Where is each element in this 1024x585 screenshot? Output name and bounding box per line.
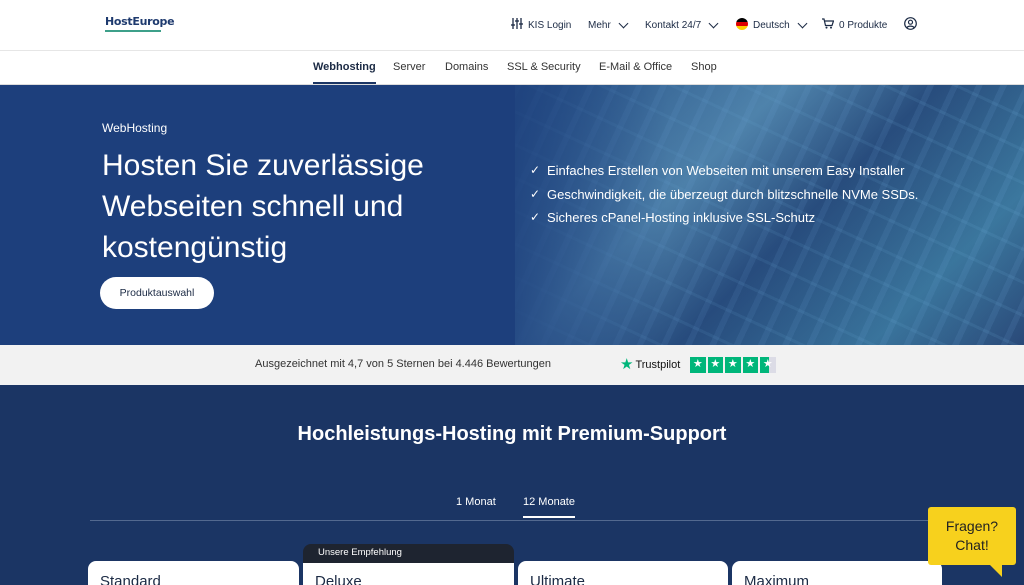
chevron-down-icon [797,18,808,28]
plan-card-deluxe[interactable]: Deluxe [303,563,514,585]
feature-item: ✓ Geschwindigkeit, die überzeugt durch bl… [530,185,920,205]
feature-text: Einfaches Erstellen von Webseiten mit un… [547,163,905,178]
trustpilot-stars: ★ ★ ★ ★ ★ [690,357,776,373]
feature-text: Geschwindigkeit, die überzeugt durch bli… [547,186,919,202]
plan-name: Maximum [744,573,810,585]
chevron-down-icon [618,18,629,28]
check-icon: ✓ [530,186,541,201]
mehr-label: Mehr [588,19,611,31]
half-star-icon: ★ [760,357,776,373]
feature-item: ✓ Einfaches Erstellen von Webseiten mit u… [530,161,920,181]
product-selection-button[interactable]: Produktauswahl [100,277,214,309]
kis-login-label: KIS Login [528,19,572,31]
kontakt-label: Kontakt 24/7 [645,19,702,31]
tab-email-office[interactable]: E-Mail & Office [599,51,672,84]
rating-summary: Ausgezeichnet mit 4,7 von 5 Sternen bei … [255,358,551,370]
tab-12-monate[interactable]: 12 Monate [523,496,575,518]
star-icon: ★ [707,357,723,373]
plan-name: Deluxe [315,573,362,585]
category-nav: Webhosting Server Domains SSL & Security… [0,51,1024,85]
hero-title: Hosten Sie zuverlässige Webseiten schnel… [102,149,424,264]
chevron-down-icon [708,18,719,28]
language-label: Deutsch [753,19,790,31]
cart-link[interactable]: 0 Produkte [822,18,887,32]
billing-period-tabs: 1 Monat 12 Monate [90,490,942,521]
germany-flag-icon [736,17,748,33]
tab-domains[interactable]: Domains [445,51,488,84]
kis-login-link[interactable]: KIS Login [511,18,571,32]
chat-widget-button[interactable]: Fragen? Chat! [928,507,1016,577]
mehr-menu[interactable]: Mehr [588,18,629,31]
cart-icon [822,18,835,32]
tab-server[interactable]: Server [393,51,425,84]
chat-line-1: Fragen? [945,518,999,534]
feature-text: Sicheres cPanel-Hosting inklusive SSL-Sc… [547,210,816,225]
tab-shop[interactable]: Shop [691,51,717,84]
sliders-icon [511,18,523,32]
language-menu[interactable]: Deutsch [736,17,808,33]
tab-webhosting[interactable]: Webhosting [313,51,376,84]
plan-card-ultimate[interactable]: Ultimate [518,561,728,585]
user-icon [904,17,917,33]
chat-line-2: Chat! [955,537,989,553]
feature-item: ✓ Sicheres cPanel-Hosting inklusive SSL-S… [530,208,920,228]
kontakt-menu[interactable]: Kontakt 24/7 [645,18,719,31]
hero-banner: WebHosting Hosten Sie zuverlässige Webse… [0,85,1024,345]
trustpilot-star-icon: ★ [620,356,634,373]
account-button[interactable] [904,17,917,33]
plan-card-maximum[interactable]: Maximum [732,561,942,585]
plan-name: Ultimate [530,573,586,585]
top-nav: KIS Login Mehr Kontakt 24/7 Deutsch 0 Pr… [0,0,1024,50]
check-icon: ✓ [530,210,541,224]
trustpilot-logo[interactable]: ★ Trustpilot [620,357,680,372]
cart-label: 0 Produkte [839,19,888,31]
hero-eyebrow: WebHosting [102,121,168,135]
plan-card-standard[interactable]: Standard [88,561,299,585]
star-icon: ★ [725,357,741,373]
recommendation-badge: Unsere Empfehlung [303,544,514,564]
tab-ssl-security[interactable]: SSL & Security [507,51,581,84]
trustpilot-brand: Trustpilot [635,358,681,371]
tab-1-monat[interactable]: 1 Monat [456,496,496,516]
plan-name: Standard [100,573,161,585]
trustpilot-strip: Ausgezeichnet mit 4,7 von 5 Sternen bei … [0,345,1024,385]
hero-feature-list: ✓ Einfaches Erstellen von Webseiten mit u… [530,161,920,232]
star-icon: ★ [742,357,758,373]
top-header: HostEurope KIS Login Mehr Kontakt 24/7 D… [0,0,1024,51]
check-icon: ✓ [530,163,541,177]
plans-heading: Hochleistungs-Hosting mit Premium-Suppor… [297,423,727,445]
star-icon: ★ [690,357,706,373]
